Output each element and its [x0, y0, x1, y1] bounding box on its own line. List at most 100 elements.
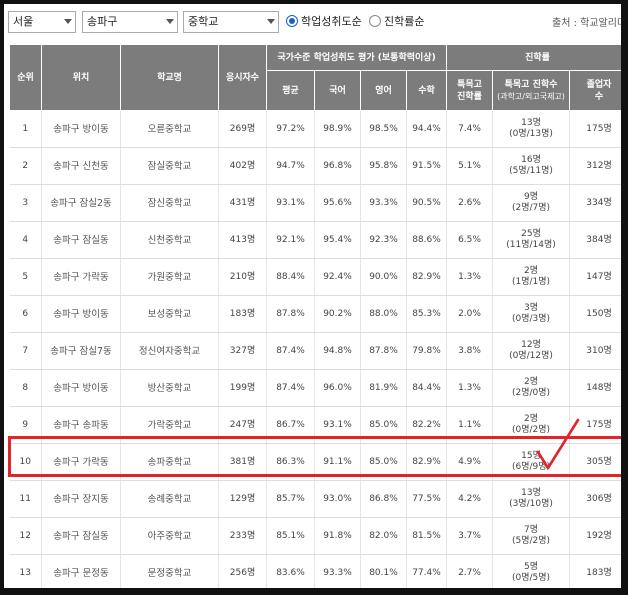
- special-count-detail: (5명/2명): [511, 536, 551, 546]
- cell-korean: 93.0%: [314, 480, 361, 518]
- special-count-total: 25명: [521, 229, 541, 239]
- cell-examinees: 199명: [218, 369, 267, 407]
- cell-examinees: 256명: [218, 554, 267, 588]
- cell-school: 정신여자중학교: [120, 332, 219, 370]
- cell-graduates: 150명: [569, 295, 621, 333]
- cell-avg: 85.1%: [266, 517, 315, 555]
- cell-korean: 96.0%: [314, 369, 361, 407]
- cell-rank: 10: [9, 443, 42, 481]
- cell-math: 94.4%: [406, 110, 448, 148]
- cell-location: 송파구 가락동: [41, 258, 121, 296]
- table-row: 5 송파구 가락동 가원중학교 210명 88.4% 92.4% 90.0% 82.9% 1.3…: [9, 258, 621, 296]
- special-count-detail: (0명/5명): [511, 573, 551, 583]
- cell-avg: 92.1%: [266, 221, 315, 259]
- radio-achievement[interactable]: 학업성취도순: [286, 14, 362, 30]
- cell-school: 가원중학교: [120, 258, 219, 296]
- cell-location: 송파구 가락동: [41, 443, 121, 481]
- cell-math: 79.8%: [406, 332, 448, 370]
- header-location: 위치: [41, 44, 121, 111]
- cell-english: 80.1%: [360, 554, 407, 588]
- cell-rank: 13: [9, 554, 42, 588]
- cell-math: 82.2%: [406, 406, 448, 444]
- special-count-detail: (2명/7명): [511, 203, 551, 213]
- cell-school: 아주중학교: [120, 517, 219, 555]
- cell-special-rate: 1.1%: [446, 406, 494, 444]
- cell-special-rate: 6.5%: [446, 221, 494, 259]
- cell-graduates: 192명: [569, 517, 621, 555]
- cell-special-count: 5명 (0명/5명): [492, 554, 571, 588]
- radio-unselected-icon: [369, 15, 381, 27]
- cell-location: 송파구 방이동: [41, 110, 121, 148]
- cell-english: 85.0%: [360, 406, 407, 444]
- cell-english: 95.8%: [360, 147, 407, 185]
- cell-english: 90.0%: [360, 258, 407, 296]
- cell-english: 82.0%: [360, 517, 407, 555]
- cell-rank: 5: [9, 258, 42, 296]
- cell-math: 90.5%: [406, 184, 448, 222]
- cell-rank: 7: [9, 332, 42, 370]
- window-frame: 서울 송파구 중학교 학업성취도순 진학률순 출처 : 학교알리미 순위 위치: [0, 0, 628, 595]
- special-count-detail: (3명/10명): [509, 499, 553, 509]
- cell-avg: 86.3%: [266, 443, 315, 481]
- cell-location: 송파구 장지동: [41, 480, 121, 518]
- district-select-value: 송파구: [87, 15, 118, 28]
- cell-avg: 86.7%: [266, 406, 315, 444]
- radio-advancement[interactable]: 진학률순: [369, 14, 424, 30]
- cell-avg: 97.2%: [266, 110, 315, 148]
- cell-rank: 8: [9, 369, 42, 407]
- cell-avg: 93.1%: [266, 184, 315, 222]
- cell-examinees: 129명: [218, 480, 267, 518]
- header-national-group: 국가수준 학업성취도 평가 (보통학력이상): [265, 44, 448, 71]
- header-english: 영어: [360, 70, 407, 111]
- header-special-count-line2: (과학고/외고국제고): [497, 91, 565, 101]
- cell-avg: 85.7%: [266, 480, 315, 518]
- cell-korean: 93.3%: [314, 554, 361, 588]
- region-select[interactable]: 서울: [8, 11, 76, 33]
- header-graduates-line1: 졸업자: [586, 79, 612, 90]
- special-count-total: 16명: [521, 155, 541, 165]
- cell-english: 81.9%: [360, 369, 407, 407]
- cell-school: 가락중학교: [120, 406, 219, 444]
- header-rank: 순위: [9, 44, 42, 111]
- cell-math: 77.4%: [406, 554, 448, 588]
- cell-special-count: 7명 (5명/2명): [492, 517, 571, 555]
- cell-math: 77.5%: [406, 480, 448, 518]
- special-count-total: 2명: [524, 377, 539, 387]
- special-count-total: 13명: [521, 118, 541, 128]
- cell-korean: 92.4%: [314, 258, 361, 296]
- region-select-value: 서울: [13, 15, 34, 28]
- special-count-detail: (5명/11명): [509, 166, 553, 176]
- cell-special-rate: 7.4%: [446, 110, 494, 148]
- cell-rank: 11: [9, 480, 42, 518]
- school-level-select[interactable]: 중학교: [183, 11, 279, 33]
- special-count-total: 7명: [524, 525, 539, 535]
- cell-examinees: 183명: [218, 295, 267, 333]
- special-count-detail: (0명/12명): [509, 351, 553, 361]
- cell-english: 88.0%: [360, 295, 407, 333]
- cell-location: 송파구 잠실동: [41, 517, 121, 555]
- special-count-detail: (11명/14명): [506, 240, 556, 250]
- cell-location: 송파구 방이동: [41, 295, 121, 333]
- cell-special-count: 13명 (3명/10명): [492, 480, 571, 518]
- cell-avg: 87.4%: [266, 332, 315, 370]
- cell-examinees: 381명: [218, 443, 267, 481]
- cell-math: 84.4%: [406, 369, 448, 407]
- cell-examinees: 247명: [218, 406, 267, 444]
- radio-achievement-label: 학업성취도순: [301, 15, 362, 28]
- cell-math: 82.9%: [406, 443, 448, 481]
- district-select[interactable]: 송파구: [82, 11, 178, 33]
- cell-special-rate: 4.2%: [446, 480, 494, 518]
- radio-advancement-label: 진학률순: [384, 15, 425, 28]
- cell-special-rate: 5.1%: [446, 147, 494, 185]
- cell-special-rate: 3.8%: [446, 332, 494, 370]
- cell-graduates: 183명: [569, 554, 621, 588]
- cell-korean: 98.9%: [314, 110, 361, 148]
- special-count-total: 2명: [524, 266, 539, 276]
- cell-school: 송례중학교: [120, 480, 219, 518]
- table-row: 11 송파구 장지동 송례중학교 129명 85.7% 93.0% 86.8% 77.5% 4.…: [9, 480, 621, 518]
- special-count-total: 3명: [524, 303, 539, 313]
- cell-rank: 3: [9, 184, 42, 222]
- cell-rank: 4: [9, 221, 42, 259]
- table-row: 1 송파구 방이동 오륜중학교 269명 97.2% 98.9% 98.5% 94.4% 7.4…: [9, 110, 621, 148]
- radio-selected-icon: [286, 15, 298, 27]
